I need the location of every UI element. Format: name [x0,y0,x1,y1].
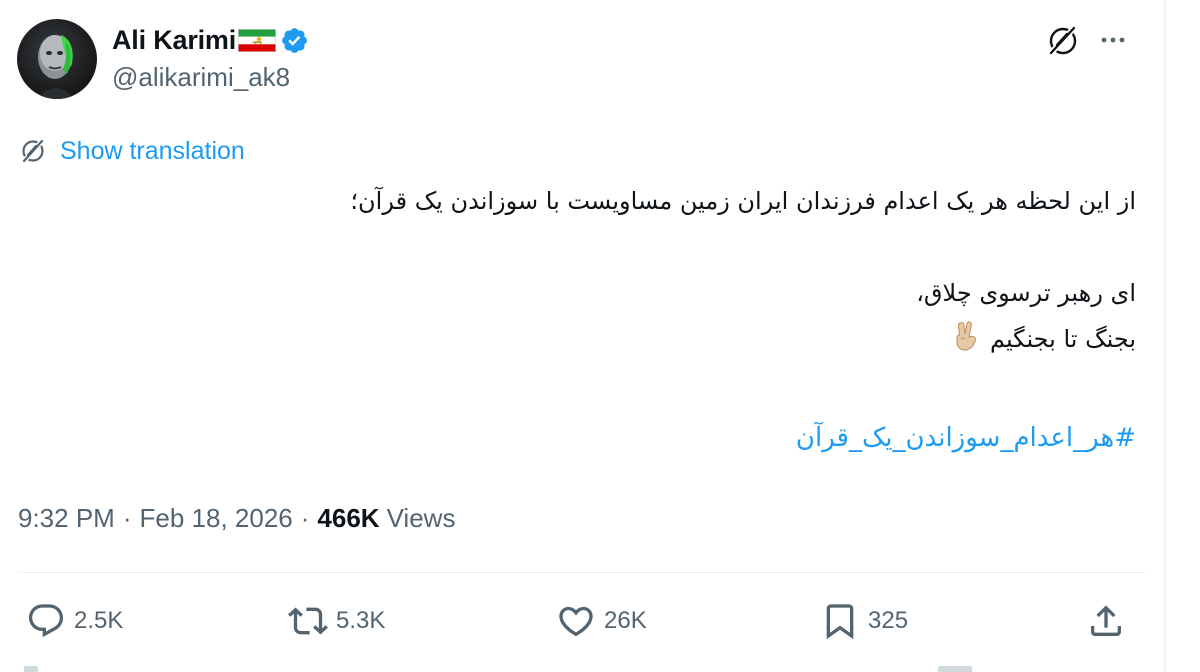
bookmark-icon [826,604,854,640]
tweet-detail-page: Ali Karimi @alikarimi_ak8 Show translati… [0,0,1200,672]
iran-lion-and-sun-flag-icon [238,29,277,52]
bookmark-button[interactable]: 325 [820,600,908,642]
reply-icon [28,604,64,638]
views-count: 466K [317,502,380,533]
like-button[interactable]: 26K [556,600,647,642]
share-icon [1091,605,1121,636]
avatar[interactable] [17,19,97,99]
tweet-text-line-2: ای رهبر ترسوی چلاق، [916,279,1136,307]
tweet-text-line-3-wrapper: بجنگ تا بجنگیم [36,316,1136,362]
tweet-meta: 9:32 PM · Feb 18, 2026 · 466K Views [18,499,455,537]
tweet-text-line-1: از این لحظه هر یک اعدام فرزندان ایران زم… [350,187,1136,215]
bookmark-count: 325 [868,607,909,634]
meta-separator: · [122,502,132,533]
tweet-time[interactable]: 9:32 PM [18,503,115,534]
author-name-row[interactable]: Ali Karimi [112,22,309,58]
next-item-peek [0,664,1200,672]
peek-fragment [24,666,38,672]
heart-icon [559,606,593,637]
retweet-icon [288,607,328,635]
peek-fragment [938,666,972,672]
views-label: Views [386,502,456,533]
more-options-icon[interactable] [1098,28,1128,52]
tweet-text-line-3: بجنگ تا بجنگیم [989,325,1136,353]
verified-badge-icon[interactable] [280,26,309,55]
tweet-text: از این لحظه هر یک اعدام فرزندان ایران زم… [36,178,1136,362]
show-translation-label[interactable]: Show translation [60,137,245,166]
retweet-button[interactable]: 5.3K [288,600,385,642]
reply-button[interactable]: 2.5K [26,600,123,642]
reply-count: 2.5K [74,607,124,634]
tweet-date[interactable]: Feb 18, 2026 [140,503,293,534]
translate-icon [21,138,45,164]
victory-hand-emoji [956,321,976,351]
column-border [1164,0,1166,672]
share-button[interactable] [1086,600,1126,642]
meta-separator: · [300,502,310,533]
like-count: 26K [604,607,647,634]
divider [18,572,1146,573]
hashtag-link[interactable]: #هر_اعدام_سوزاندن_یک_قرآن [796,415,1136,461]
retweet-count: 5.3K [336,607,386,634]
grok-icon[interactable] [1044,22,1082,60]
show-translation-link[interactable]: Show translation [18,135,245,167]
author-display-name[interactable]: Ali Karimi [112,25,236,56]
author-handle[interactable]: @alikarimi_ak8 [112,62,290,93]
profile-photo [37,35,75,99]
